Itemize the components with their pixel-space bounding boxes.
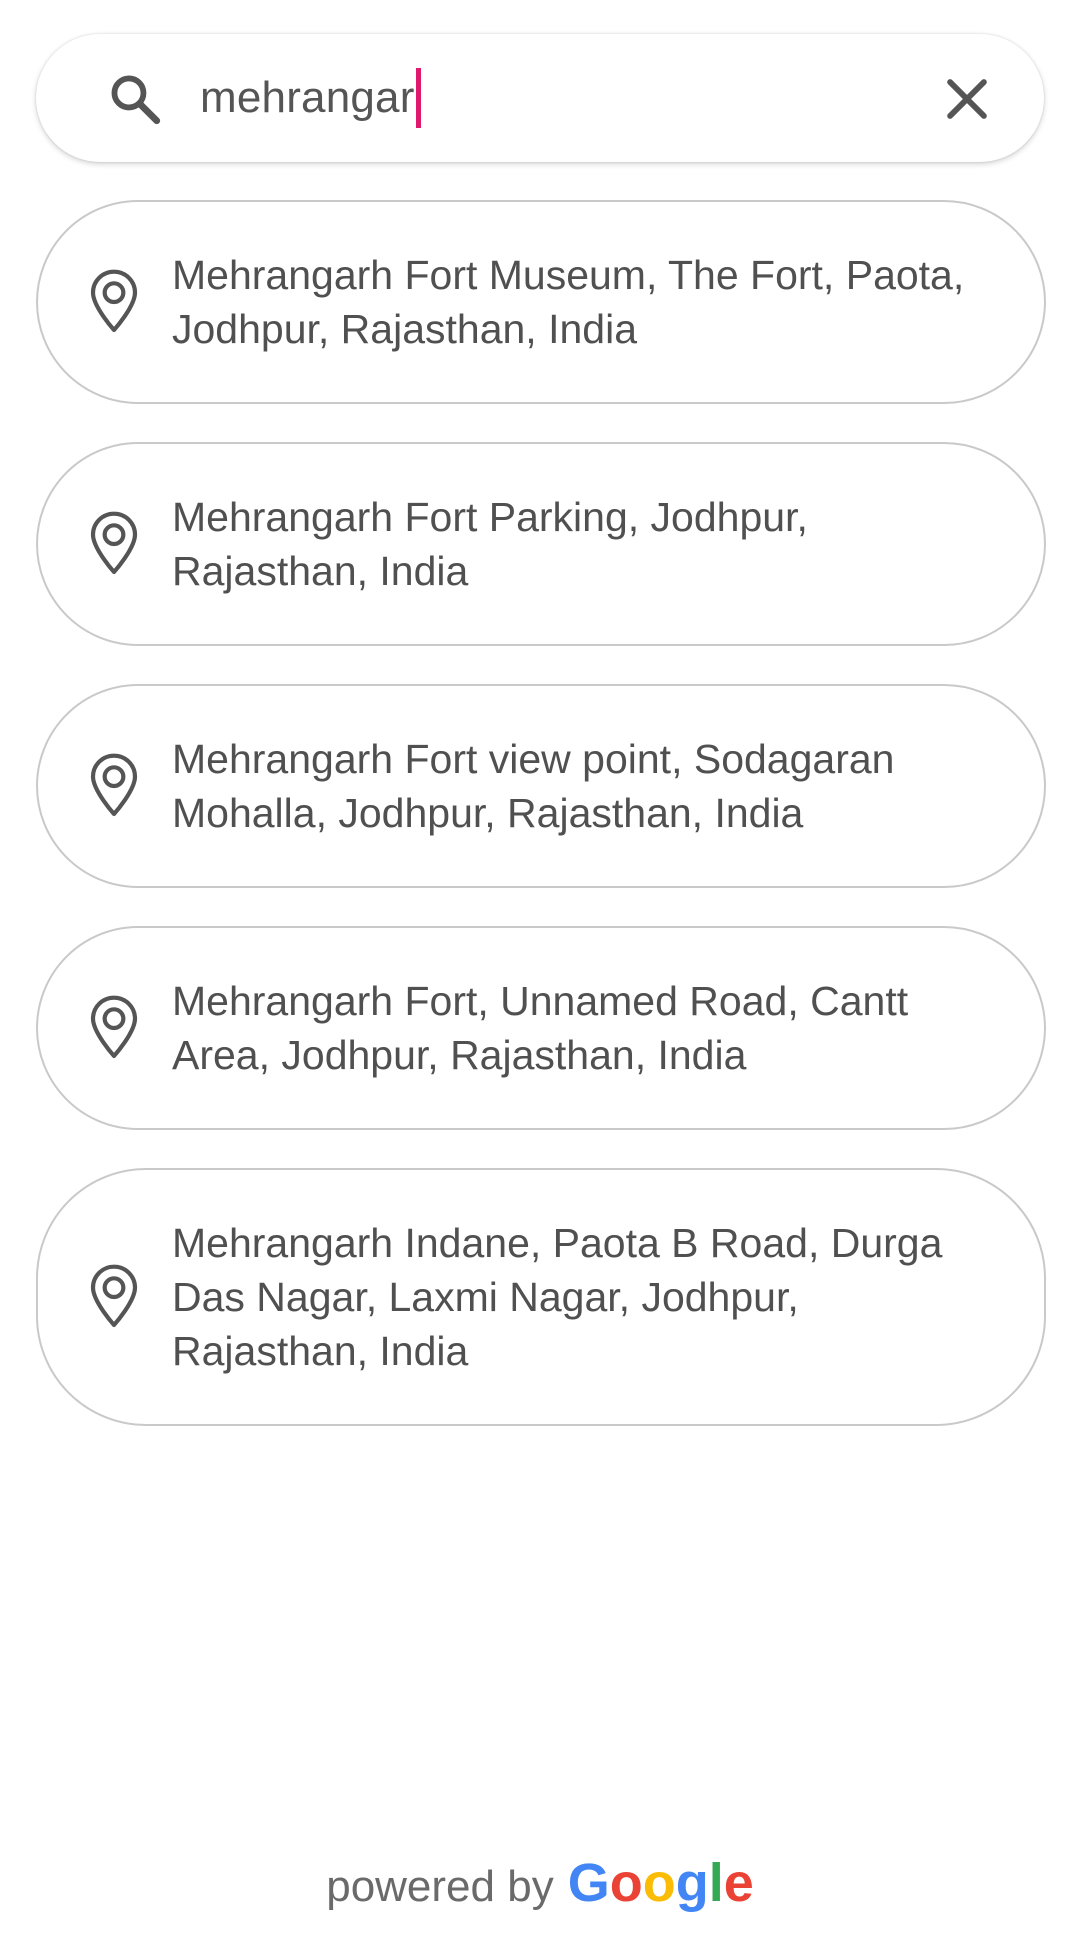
location-pin-icon	[86, 753, 142, 819]
google-logo: Google	[567, 1853, 754, 1913]
attribution-footer: powered by Google	[0, 1852, 1080, 1914]
search-bar[interactable]: mehrangar	[36, 34, 1044, 162]
location-pin-icon	[86, 1264, 142, 1330]
close-icon[interactable]	[938, 70, 996, 128]
result-item[interactable]: Mehrangarh Fort view point, Sodagaran Mo…	[36, 684, 1046, 888]
result-label: Mehrangarh Fort Parking, Jodhpur, Rajast…	[172, 494, 808, 594]
location-pin-icon	[86, 511, 142, 577]
search-input[interactable]: mehrangar	[200, 64, 421, 132]
location-pin-icon	[86, 995, 142, 1061]
result-item[interactable]: Mehrangarh Fort Museum, The Fort, Paota,…	[36, 200, 1046, 404]
result-item[interactable]: Mehrangarh Indane, Paota B Road, Durga D…	[36, 1168, 1046, 1426]
result-item[interactable]: Mehrangarh Fort, Unnamed Road, Cantt Are…	[36, 926, 1046, 1130]
text-caret	[415, 68, 421, 128]
result-item[interactable]: Mehrangarh Fort Parking, Jodhpur, Rajast…	[36, 442, 1046, 646]
result-label: Mehrangarh Fort, Unnamed Road, Cantt Are…	[172, 978, 909, 1078]
result-label: Mehrangarh Fort Museum, The Fort, Paota,…	[172, 252, 965, 352]
search-icon[interactable]	[106, 70, 164, 128]
powered-by-label: powered by	[326, 1862, 554, 1911]
result-label: Mehrangarh Indane, Paota B Road, Durga D…	[172, 1220, 943, 1374]
result-label: Mehrangarh Fort view point, Sodagaran Mo…	[172, 736, 895, 836]
search-results-list: Mehrangarh Fort Museum, The Fort, Paota,…	[36, 200, 1046, 1464]
location-pin-icon	[86, 269, 142, 335]
search-input-value: mehrangar	[200, 73, 415, 122]
